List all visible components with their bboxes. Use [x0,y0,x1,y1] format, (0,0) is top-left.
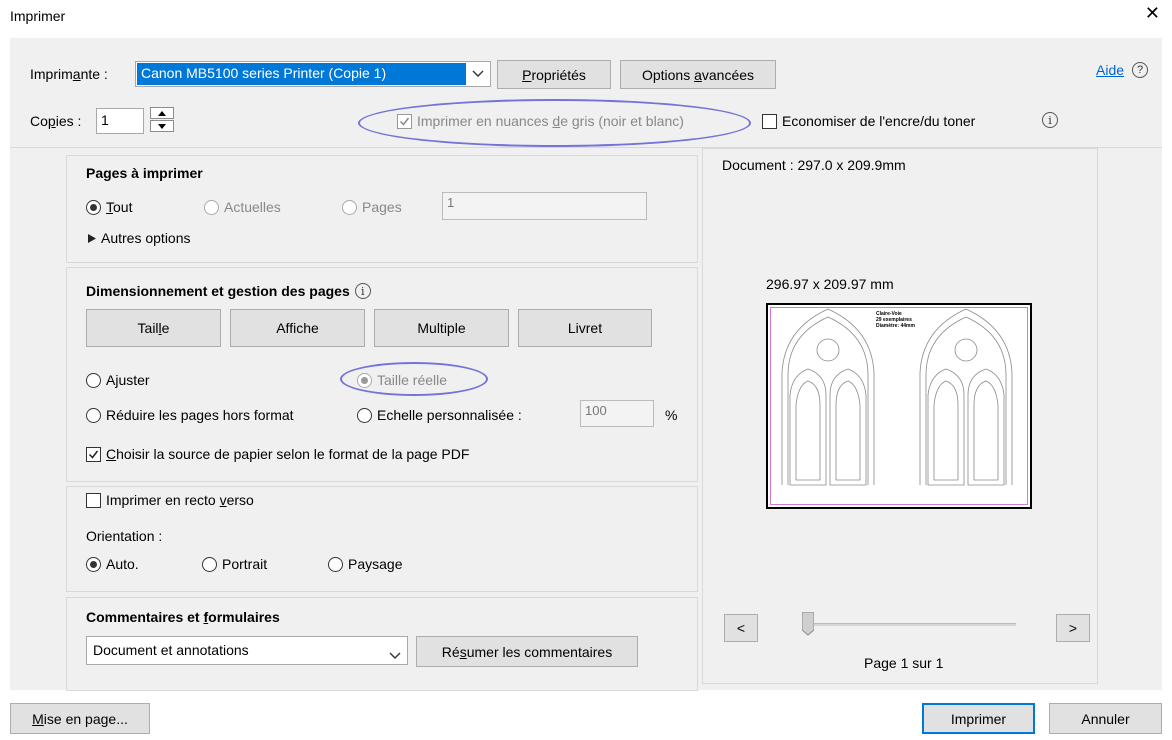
chevron-down-icon[interactable] [466,62,490,86]
pages-current-label: Actuelles [224,199,281,215]
properties-button[interactable]: Propriétés [497,60,611,89]
custom-scale-label: Echelle personnalisée : [377,407,522,423]
print-button[interactable]: Imprimer [922,703,1035,734]
pages-section-title: Pages à imprimer [86,165,203,181]
paper-source-checkbox[interactable] [86,446,101,462]
pages-current-radio[interactable] [204,199,219,215]
fit-option[interactable]: Ajuster [86,372,150,388]
checkmark-icon [399,117,410,126]
custom-scale-input[interactable]: 100 [580,400,654,427]
caret-up-icon [158,110,166,116]
copies-input[interactable]: 1 [96,108,144,134]
paper-source-label: Choisir la source de papier selon le for… [106,446,470,462]
fit-radio[interactable] [86,372,101,388]
orientation-portrait-radio[interactable] [202,556,217,572]
previous-page-button[interactable]: < [724,614,758,642]
caret-down-icon [158,123,166,129]
orientation-auto-label: Auto. [106,556,139,572]
copies-label: Copies : [30,113,82,129]
pages-all-label: Tout [106,199,133,215]
shrink-label: Réduire les pages hors format [106,407,294,423]
actual-size-radio[interactable] [357,372,372,388]
pages-all-option[interactable]: Tout [86,199,132,215]
window-title: Imprimer [10,8,66,24]
sizing-info-icon[interactable]: i [354,283,371,299]
pages-range-option[interactable]: Pages [342,199,402,215]
actual-size-label: Taille réelle [377,372,448,388]
percent-label: % [665,407,678,423]
pages-range-label: Pages [362,199,402,215]
orientation-auto-option[interactable]: Auto. [86,556,139,572]
document-size-label: Document : 297.0 x 209.9mm [722,157,906,173]
printer-label: Imprimante : [30,66,108,82]
size-button[interactable]: Tail l e [86,309,221,347]
pages-range-radio[interactable] [342,199,357,215]
advanced-options-button[interactable]: Options a vancées [620,60,776,89]
sizing-title-row: Dimensionnement et gestion des pages i [86,283,371,299]
save-ink-label: Economiser de l'encre/du toner [782,113,976,129]
more-options-label: Autres options [101,230,191,246]
comments-select-value: Document et annotations [93,642,249,658]
duplex-checkbox[interactable] [86,492,101,508]
custom-scale-radio[interactable] [357,407,372,423]
info-icon[interactable]: i [1042,112,1058,128]
orientation-landscape-label: Paysage [348,556,403,572]
save-ink-checkbox[interactable] [762,113,777,129]
copies-decrement-button[interactable] [150,120,174,132]
orientation-auto-radio[interactable] [86,556,101,572]
close-icon[interactable]: ✕ [1145,3,1160,24]
page-setup-button[interactable]: Mise en page... [10,703,150,734]
printer-select[interactable]: Canon MB5100 series Printer (Copie 1) [135,61,491,87]
printer-select-value: Canon MB5100 series Printer (Copie 1) [137,63,466,85]
paper-source-option[interactable]: Choisir la source de papier selon le for… [86,446,469,462]
help-icon[interactable]: ? [1132,62,1148,78]
comments-select[interactable]: Document et annotations [86,636,408,665]
duplex-option[interactable]: Imprimer en recto verso [86,492,254,508]
custom-scale-option[interactable]: Echelle personnalisée : [357,407,522,423]
actual-size-option[interactable]: Taille réelle [357,372,447,388]
shrink-option[interactable]: Réduire les pages hors format [86,407,294,423]
triangle-right-icon [88,233,96,243]
page-slider-track[interactable] [808,623,1016,626]
fit-label: Ajuster [106,372,150,388]
orientation-label: Orientation : [86,528,163,544]
pages-current-option[interactable]: Actuelles [204,199,281,215]
page-indicator: Page 1 sur 1 [864,655,944,671]
orientation-portrait-option[interactable]: Portrait [202,556,267,572]
page-preview-thumbnail: Claire-Voie 29 exemplaires Diamètre: 44m… [766,303,1032,509]
pages-range-input[interactable]: 1 [442,192,647,220]
orientation-landscape-option[interactable]: Paysage [328,556,402,572]
poster-button[interactable]: Affiche [230,309,365,347]
orientation-portrait-label: Portrait [222,556,268,572]
page-slider-thumb[interactable] [802,612,814,636]
page-size-label: 296.97 x 209.97 mm [766,276,894,292]
chevron-down-icon[interactable] [389,647,401,663]
summarize-comments-button[interactable]: Ré s umer les commentaires [416,636,638,667]
sizing-section-title: Dimensionnement et gestion des pages [86,283,350,299]
grayscale-label: Imprimer en nuances de gris (noir et bla… [417,113,684,129]
comments-section-title: Commentaires et formulaires [86,609,280,625]
pages-all-radio[interactable] [86,199,101,215]
save-ink-option[interactable]: Economiser de l'encre/du toner [762,113,975,129]
window-tracery-drawing [781,308,1013,486]
next-page-button[interactable]: > [1056,614,1090,642]
more-options-toggle[interactable]: Autres options [88,230,191,246]
grayscale-option[interactable]: Imprimer en nuances de gris (noir et bla… [397,113,684,129]
help-link[interactable]: Aide [1096,62,1124,78]
checkmark-icon [88,450,99,459]
copies-increment-button[interactable] [150,107,174,119]
orientation-landscape-radio[interactable] [328,556,343,572]
multiple-button[interactable]: Multiple [374,309,509,347]
thumbnail-caption: Claire-Voie 29 exemplaires Diamètre: 44m… [876,311,915,329]
duplex-label: Imprimer en recto verso [106,492,254,508]
cancel-button[interactable]: Annuler [1049,703,1162,734]
grayscale-checkbox[interactable] [397,113,412,129]
shrink-radio[interactable] [86,407,101,423]
booklet-button[interactable]: Livret [518,309,652,347]
